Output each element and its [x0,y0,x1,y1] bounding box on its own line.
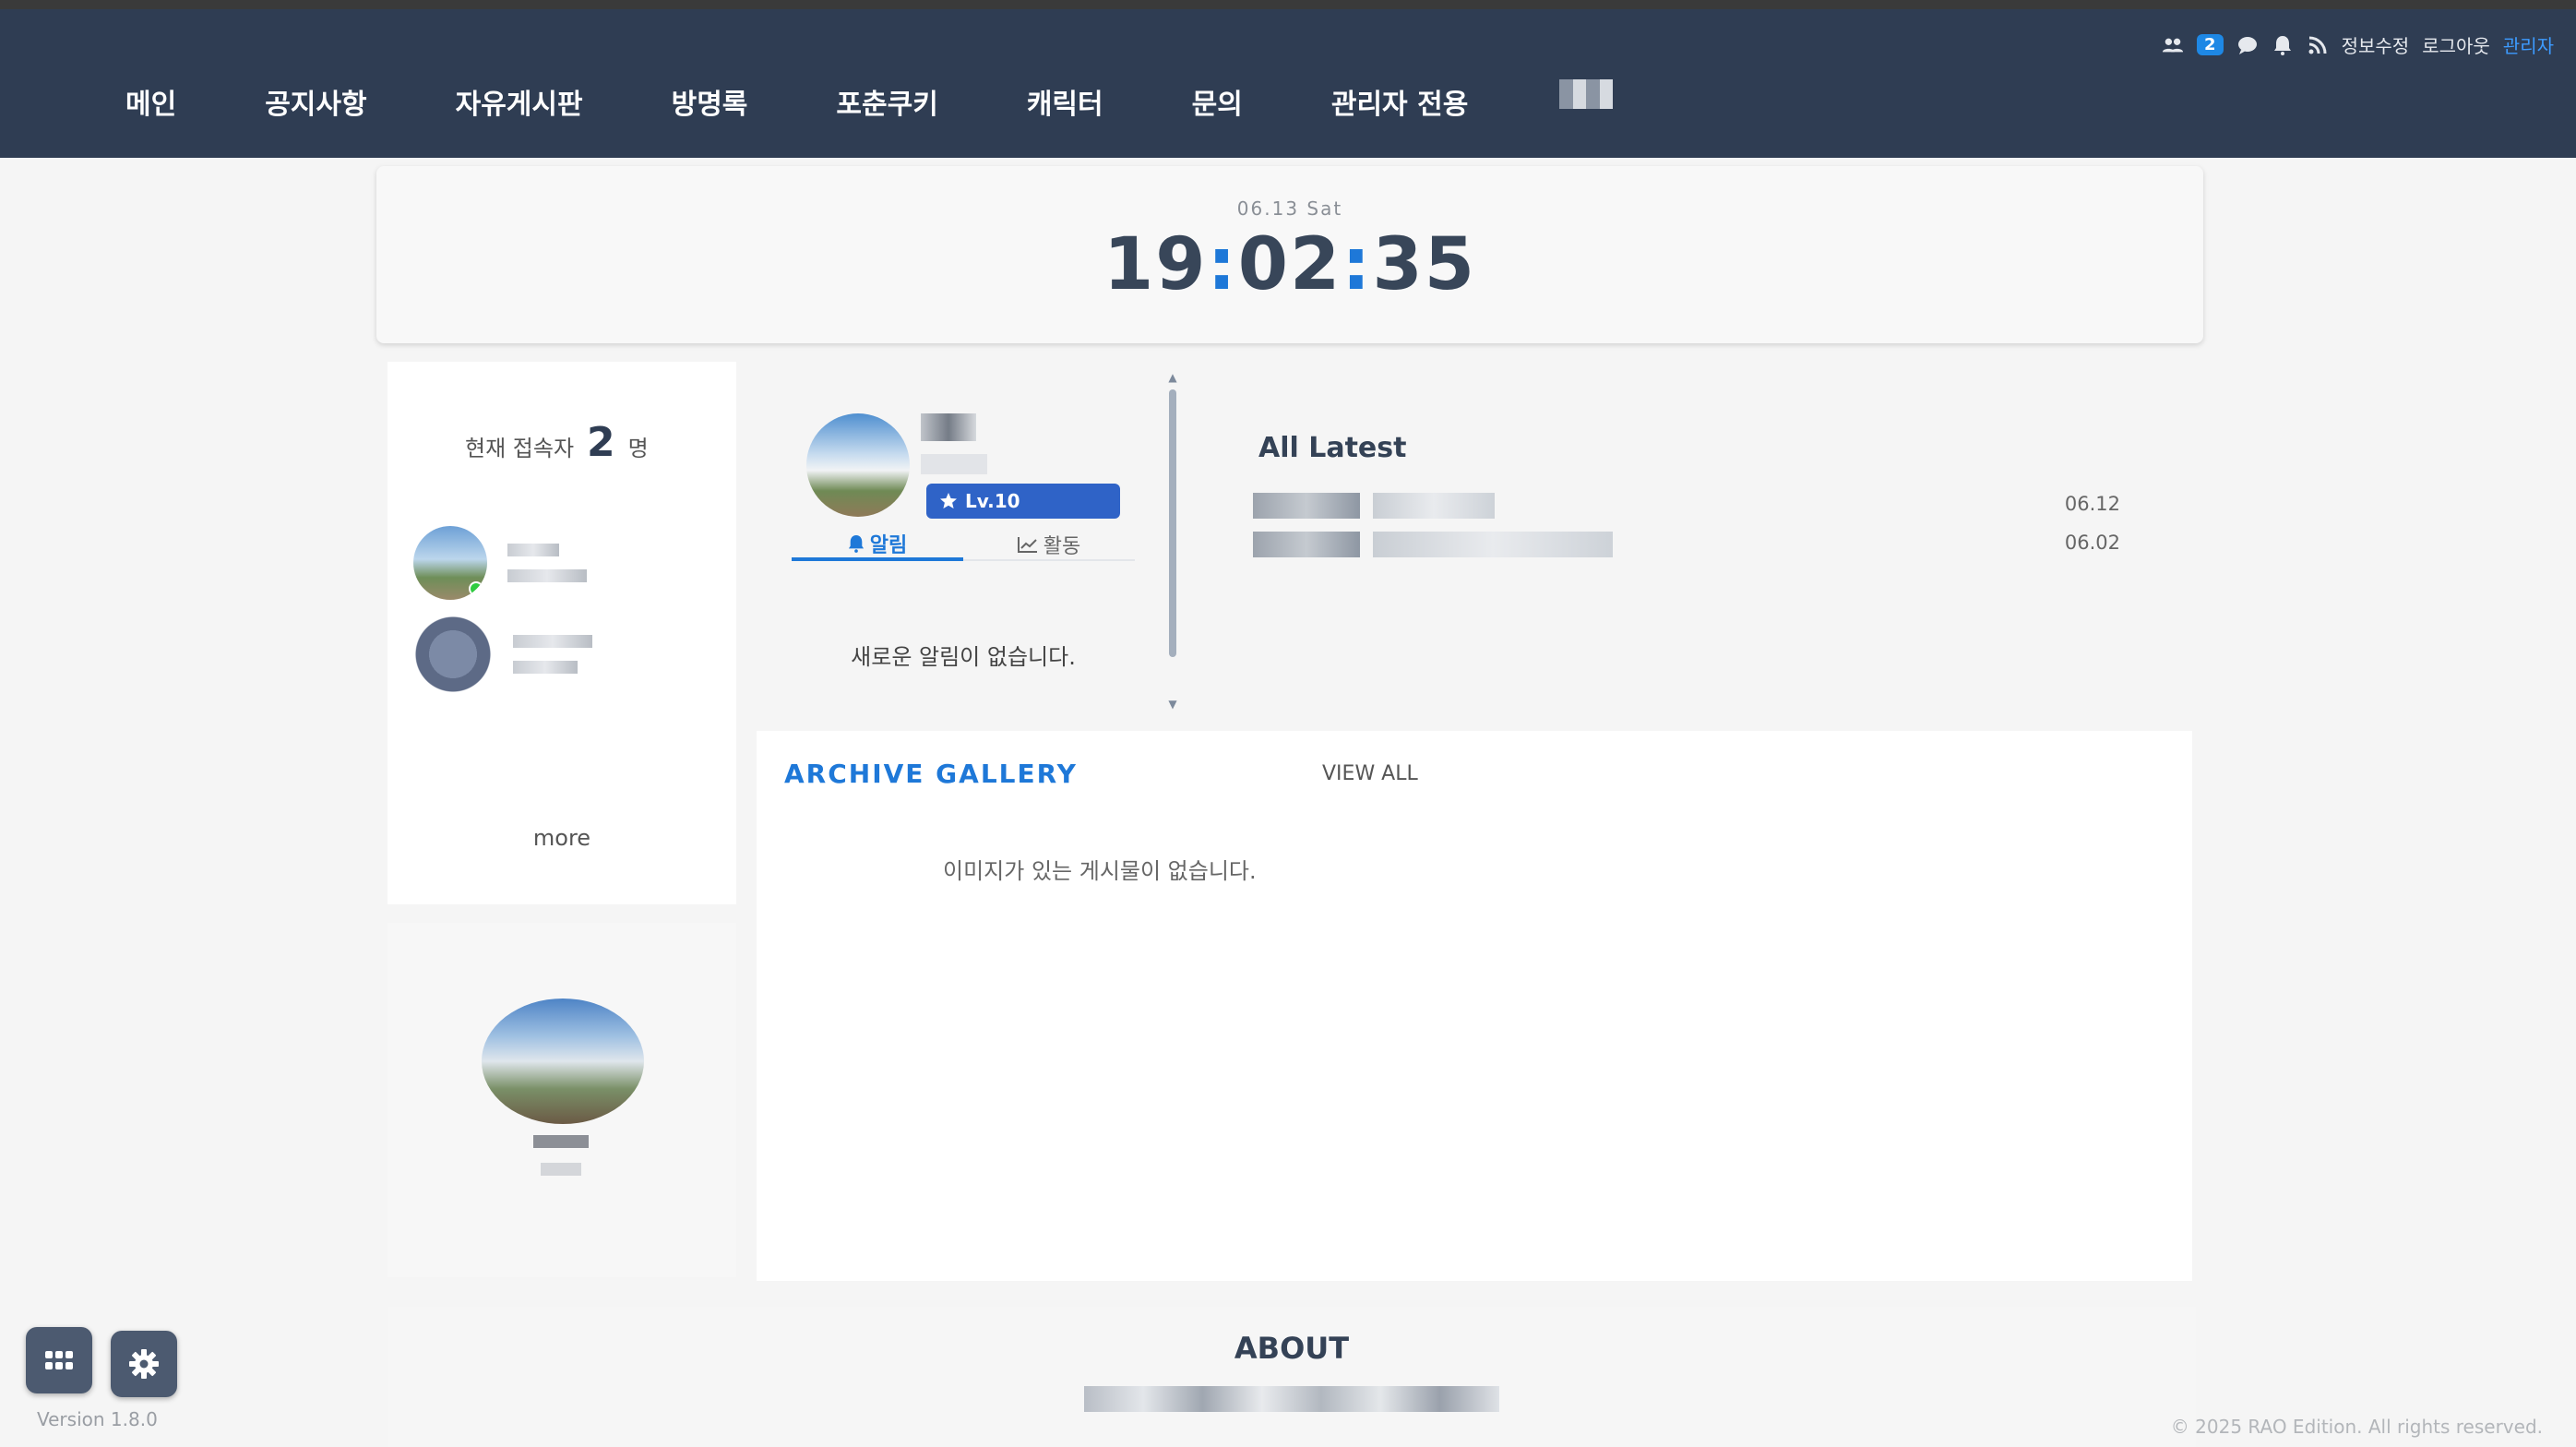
about-title: ABOUT [1234,1331,1350,1366]
grid-icon [45,1351,73,1369]
visitors-unit: 명 [627,436,649,461]
clock-colon: : [1207,223,1238,306]
chart-icon [1017,537,1037,553]
utility-bar: 2 정보수정 로그아웃 관리자 [2162,31,2554,58]
settings-button[interactable] [111,1331,177,1397]
nav-admin-only[interactable]: 관리자 전용 [1331,81,1468,122]
chat-icon[interactable] [2236,34,2259,56]
star-icon [940,493,957,508]
clock-seconds: 35 [1372,223,1477,306]
post-title-redacted [1373,493,1495,519]
username-redacted [921,413,976,441]
gallery-title: ARCHIVE GALLERY [784,759,1078,789]
menu-grid-button[interactable] [26,1327,92,1393]
all-latest-panel: All Latest 06.12 06.02 [1253,432,2126,557]
nav-character[interactable]: 캐릭터 [1027,81,1103,122]
nav-fortune-cookie[interactable]: 포춘쿠키 [836,81,937,122]
user-tabs: 알림 활동 [792,530,1135,561]
about-text-redacted [1084,1386,1499,1412]
visitor-item[interactable] [413,615,592,694]
avatar [413,526,487,600]
visitors-title: 현재 접속자 2 명 [465,419,649,466]
nav-guestbook[interactable]: 방명록 [672,81,748,122]
visitors-more-link[interactable]: more [388,825,736,851]
view-all-link[interactable]: VIEW ALL [1322,762,1418,785]
profile-text-redacted [533,1135,589,1176]
clock-time: 19:02:35 [376,223,2203,306]
post-date: 06.02 [2064,532,2120,554]
profile-image-redacted [482,999,644,1124]
scrollbar-thumb[interactable] [1169,389,1176,657]
clock-panel: 06.13 Sat 19:02:35 [376,166,2203,343]
visitor-name-redacted [507,544,587,582]
scroll-down-arrow[interactable]: ▼ [1166,698,1179,711]
user-card: Lv.10 알림 활동 새로운 알림이 없습니다. [773,362,1179,712]
avatar[interactable] [806,413,910,517]
visitors-count: 2 [587,419,615,466]
admin-link[interactable]: 관리자 [2503,31,2554,58]
logout-link[interactable]: 로그아웃 [2422,31,2490,58]
current-visitors-panel: 현재 접속자 2 명 more [388,362,736,904]
clock-colon: : [1342,223,1373,306]
post-title-redacted [1373,532,1613,557]
latest-post-item[interactable]: 06.12 [1253,493,2120,519]
clock-minutes: 02 [1237,223,1342,306]
online-indicator [469,581,483,596]
level-badge: Lv.10 [926,484,1120,519]
copyright-text: © 2025 RAO Edition. All rights reserved. [2170,1416,2543,1438]
main-nav: 메인 공지사항 자유게시판 방명록 포춘쿠키 캐릭터 문의 관리자 전용 [125,81,1556,122]
tab-activity[interactable]: 활동 [963,530,1135,559]
nav-notice[interactable]: 공지사항 [265,81,366,122]
post-board-redacted [1253,493,1360,519]
bell-icon[interactable] [2272,34,2294,56]
post-date: 06.12 [2064,493,2120,515]
bell-icon [848,535,864,553]
user-subtitle-redacted [921,454,987,474]
visitors-label: 현재 접속자 [465,436,575,461]
nav-main[interactable]: 메인 [125,81,176,122]
clock-date: 06.13 Sat [1236,197,1343,220]
scroll-up-arrow[interactable]: ▲ [1166,371,1179,384]
users-icon[interactable] [2162,34,2184,56]
latest-post-item[interactable]: 06.02 [1253,532,2120,557]
all-latest-title: All Latest [1258,432,1407,464]
nav-item-redacted[interactable] [1559,79,1613,109]
gear-icon [129,1349,159,1379]
site-header: 메인 공지사항 자유게시판 방명록 포춘쿠키 캐릭터 문의 관리자 전용 2 정… [0,9,2576,158]
online-count-badge: 2 [2197,34,2224,55]
clock-hours: 19 [1103,223,1208,306]
profile-widget [388,923,736,1277]
post-board-redacted [1253,532,1360,557]
empty-notifications: 새로운 알림이 없습니다. [851,644,1076,670]
nav-inquiry[interactable]: 문의 [1192,81,1243,122]
nav-free-board[interactable]: 자유게시판 [456,81,583,122]
edit-profile-link[interactable]: 정보수정 [2342,31,2410,58]
browser-top-strip [0,0,2576,9]
tab-notifications[interactable]: 알림 [792,530,963,561]
version-label: Version 1.8.0 [37,1408,158,1430]
level-label: Lv.10 [965,490,1020,512]
visitor-name-redacted [513,635,592,674]
tab-label: 알림 [869,534,908,557]
archive-gallery-panel: ARCHIVE GALLERY VIEW ALL 이미지가 있는 게시물이 없습… [757,731,2192,1281]
gallery-empty-message: 이미지가 있는 게시물이 없습니다. [943,858,1257,884]
scrollbar[interactable]: ▲ ▼ [1166,371,1179,711]
visitor-item[interactable] [413,526,587,600]
tab-label: 활동 [1043,535,1081,558]
rss-icon[interactable] [2307,34,2329,56]
avatar [413,615,493,694]
about-section: ABOUT [388,1307,2196,1447]
